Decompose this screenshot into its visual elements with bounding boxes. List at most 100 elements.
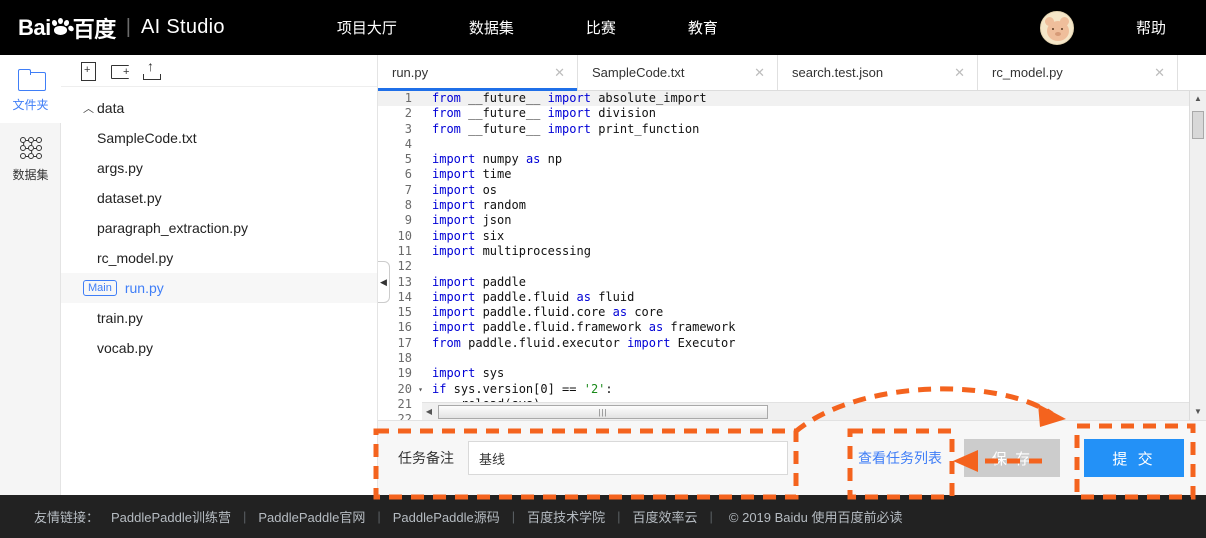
file-list-item-data-folder[interactable]: ︿ data [61,93,377,123]
file-list-item-samplecode[interactable]: SampleCode.txt [61,123,377,153]
file-list-item-dataset[interactable]: dataset.py [61,183,377,213]
code-line[interactable]: 5 import numpy as np [378,152,1206,167]
code-text: from __future__ import print_function [432,121,700,136]
editor-tab-samplecode-txt[interactable]: SampleCode.txt ✕ [578,55,778,90]
vscroll-up-arrow-icon[interactable]: ▲ [1190,91,1206,107]
code-line[interactable]: 6 import time [378,167,1206,182]
nav-right-group: 帮助 [1039,0,1206,55]
nav-item-project-hall[interactable]: 项目大厅 [337,17,397,38]
code-line[interactable]: 7 import os [378,183,1206,198]
vscroll-thumb[interactable] [1192,111,1204,139]
nav-item-education[interactable]: 教育 [688,17,718,38]
editor-tab-label: rc_model.py [992,65,1063,80]
file-list-item-run[interactable]: Main run.py [61,273,377,303]
code-line[interactable]: 12 [378,259,1206,274]
code-line[interactable]: 10 import six [378,229,1206,244]
fold-toggle-icon[interactable]: ▾ [416,382,425,397]
line-number: 5 [404,152,412,167]
code-line[interactable]: 4 [378,137,1206,152]
baidu-logo-text-cn: 百度 [72,16,117,42]
footer-separator: | [377,509,381,524]
line-number: 19 [397,366,412,381]
top-navigation-bar: Bai 百度 | AI Studio 项目大厅 数据集 比赛 教育 帮助 [0,0,1206,55]
file-toolbar [61,55,377,87]
submit-button[interactable]: 提 交 [1084,439,1184,477]
main-badge: Main [83,280,117,296]
new-file-icon[interactable] [75,60,107,82]
footer-link-paddlepaddle-source[interactable]: PaddlePaddle源码 [393,507,500,526]
file-list-item-rc-model[interactable]: rc_model.py [61,243,377,273]
code-line[interactable]: 19 import sys [378,366,1206,381]
nav-item-competitions[interactable]: 比赛 [586,17,616,38]
code-line[interactable]: 13 import paddle [378,275,1206,290]
code-line[interactable]: 9 import json [378,213,1206,228]
line-number: 20 [397,381,412,396]
footer-link-baidu-efficiency-cloud[interactable]: 百度效率云 [633,507,698,526]
file-list: ︿ data SampleCode.txt args.py dataset.py… [61,87,377,363]
close-icon[interactable]: ✕ [554,65,565,81]
line-number: 3 [404,121,412,136]
rail-item-dataset[interactable]: 数据集 [0,123,61,193]
file-list-item-train[interactable]: train.py [61,303,377,333]
nav-links: 项目大厅 数据集 比赛 教育 [337,17,790,38]
code-line[interactable]: 14 import paddle.fluid as fluid [378,290,1206,305]
upload-icon[interactable] [139,59,171,82]
brand-logo[interactable]: Bai 百度 | AI Studio [18,12,225,44]
code-line[interactable]: 2 from __future__ import division [378,106,1206,121]
hscroll-left-arrow-icon[interactable]: ◀ [422,403,436,420]
line-number: 18 [397,351,412,366]
nav-item-help[interactable]: 帮助 [1136,17,1166,38]
file-name: run.py [124,280,164,296]
code-line[interactable]: 3 from __future__ import print_function [378,122,1206,137]
editor-tab-run-py[interactable]: run.py ✕ [378,55,578,91]
editor-tab-bar: run.py ✕ SampleCode.txt ✕ search.test.js… [378,55,1206,91]
code-line[interactable]: 11 import multiprocessing [378,244,1206,259]
footer-link-baidu-tech-college[interactable]: 百度技术学院 [527,507,605,526]
code-content-area[interactable]: 1 from __future__ import absolute_import 2… [378,91,1206,420]
save-button[interactable]: 保 存 [964,439,1060,477]
line-number: 16 [397,320,412,335]
hscroll-thumb[interactable]: ||| [438,405,768,419]
action-buttons-group: 查看任务列表 保 存 提 交 [858,439,1206,477]
file-list-item-args[interactable]: args.py [61,153,377,183]
footer-separator: | [617,509,621,524]
nav-item-datasets[interactable]: 数据集 [469,17,514,38]
footer-lead-label: 友情链接： [34,510,100,525]
code-editor: run.py ✕ SampleCode.txt ✕ search.test.js… [378,55,1206,420]
folder-icon [17,69,46,91]
close-icon[interactable]: ✕ [1154,65,1165,81]
code-line[interactable]: 18 [378,351,1206,366]
avatar[interactable] [1039,10,1074,45]
code-line[interactable]: 1 from __future__ import absolute_import [378,91,1206,107]
footer-link-paddlepaddle-camp[interactable]: PaddlePaddle训练营 [111,507,231,526]
code-line[interactable]: 17 from paddle.fluid.executor import Exec… [378,336,1206,351]
footer-link-paddlepaddle-official[interactable]: PaddlePaddle官网 [258,507,365,526]
code-line[interactable]: 8 import random [378,198,1206,213]
editor-tab-search-test-json[interactable]: search.test.json ✕ [778,55,978,90]
code-line[interactable]: 20 ▾ if sys.version[0] == '2': [378,382,1206,397]
vertical-scrollbar[interactable]: ▲ ▼ [1189,91,1206,420]
dataset-nodes-icon [18,137,44,159]
remark-input[interactable] [468,441,788,475]
close-icon[interactable]: ✕ [754,65,765,81]
editor-tab-rc-model-py[interactable]: rc_model.py ✕ [978,55,1178,90]
code-text: import time [432,167,512,182]
close-icon[interactable]: ✕ [954,65,965,81]
vscroll-down-arrow-icon[interactable]: ▼ [1190,404,1206,420]
horizontal-scrollbar[interactable]: ◀ ||| ▶ [422,402,1202,420]
new-folder-icon[interactable] [107,60,139,82]
code-lines[interactable]: 1 from __future__ import absolute_import 2… [378,91,1206,420]
view-task-list-link[interactable]: 查看任务列表 [858,448,942,468]
rail-item-folder[interactable]: 文件夹 [0,55,61,123]
footer-separator: | [511,509,516,524]
code-line[interactable]: 15 import paddle.fluid.core as core [378,305,1206,320]
gutter-fold-handle[interactable]: ◀ [378,261,390,303]
file-list-item-paragraph-extraction[interactable]: paragraph_extraction.py [61,213,377,243]
file-list-item-vocab[interactable]: vocab.py [61,333,377,363]
code-line[interactable]: 16 import paddle.fluid.framework as frame… [378,320,1206,335]
code-text: import os [432,182,498,197]
